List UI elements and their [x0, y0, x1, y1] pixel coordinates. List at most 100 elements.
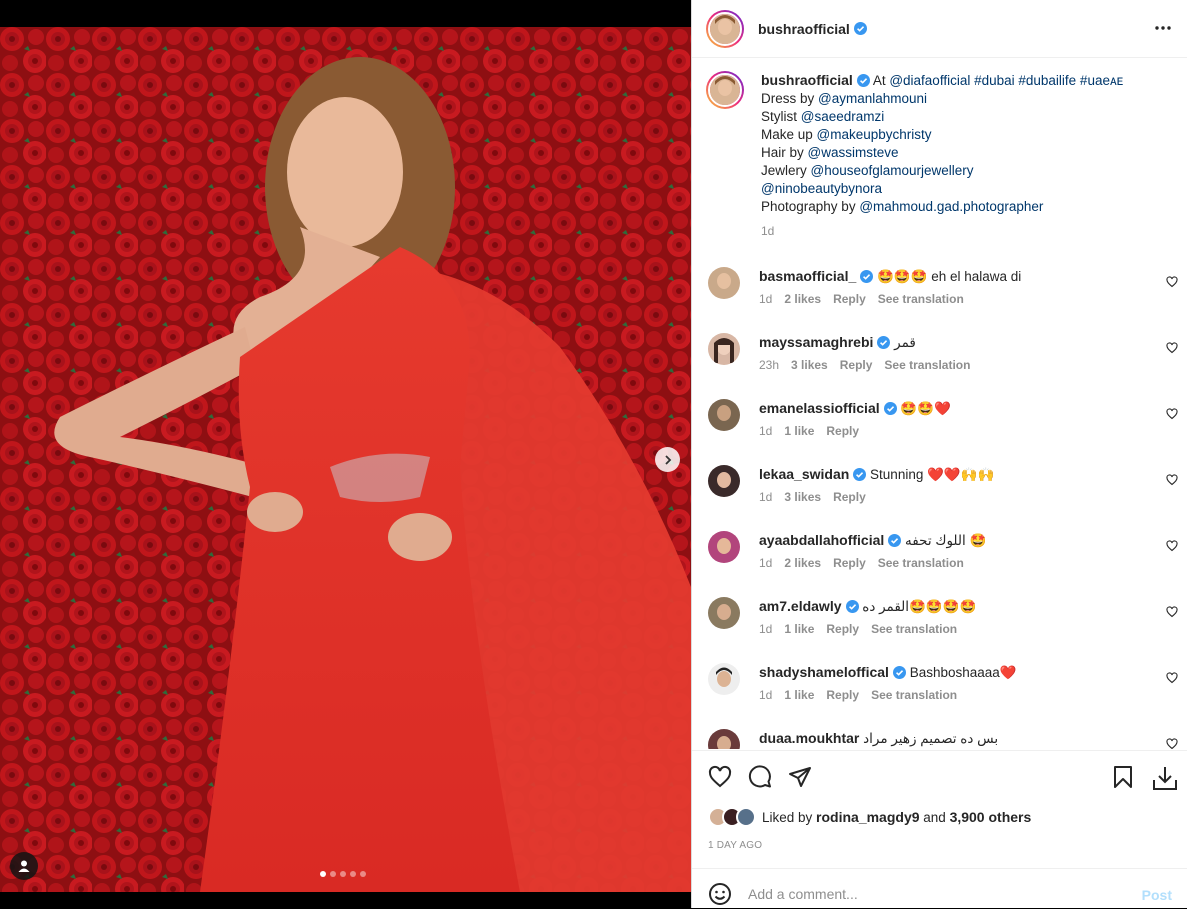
heart-icon — [1166, 342, 1178, 354]
reply-button[interactable]: Reply — [826, 688, 859, 702]
post-photo[interactable] — [0, 27, 691, 892]
emoji-icon — [709, 883, 731, 905]
comment-like-button[interactable] — [1166, 341, 1178, 357]
commenter-avatar[interactable] — [708, 333, 740, 365]
reply-button[interactable]: Reply — [833, 292, 866, 306]
likes-summary[interactable]: Liked by rodina_magdy9 and 3,900 others — [708, 807, 1031, 827]
reply-button[interactable]: Reply — [833, 490, 866, 504]
comment-like-button[interactable] — [1166, 407, 1178, 423]
comment-time: 23h — [759, 358, 780, 372]
post-comment-button[interactable]: Post — [1142, 887, 1172, 903]
comment-time: 1d — [759, 424, 773, 438]
tagged-users-button[interactable] — [10, 852, 38, 880]
download-button[interactable] — [1152, 765, 1178, 794]
author-username[interactable]: bushraofficial — [758, 21, 850, 37]
mention-link[interactable]: @makeupbychristy — [817, 127, 932, 142]
comment-likes[interactable]: 2 likes — [784, 556, 821, 570]
comment-likes[interactable]: 3 likes — [791, 358, 828, 372]
comment-like-button[interactable] — [1166, 473, 1178, 489]
see-translation-button[interactable]: See translation — [878, 292, 964, 306]
verified-badge-icon — [892, 666, 906, 679]
commenter-username[interactable]: emanelassiofficial — [759, 400, 880, 416]
reply-button[interactable]: Reply — [826, 622, 859, 636]
comment-likes[interactable]: 3 likes — [784, 490, 821, 504]
reply-button[interactable]: Reply — [840, 358, 873, 372]
commenter-avatar[interactable] — [708, 729, 740, 749]
comment-button[interactable] — [748, 765, 772, 792]
commenter-username[interactable]: mayssamaghrebi — [759, 334, 873, 350]
comment-likes[interactable]: 1 like — [784, 424, 814, 438]
see-translation-button[interactable]: See translation — [871, 622, 957, 636]
verified-badge-icon — [877, 336, 891, 349]
comment-time: 1d — [759, 292, 773, 306]
caption-username[interactable]: bushraofficial — [761, 72, 853, 88]
post-header: bushraofficial — [692, 0, 1187, 58]
comment-input[interactable] — [748, 879, 1128, 909]
commenter-avatar[interactable] — [708, 399, 740, 431]
emoji-button[interactable] — [708, 882, 732, 909]
commenter-username[interactable]: lekaa_swidan — [759, 466, 849, 482]
post-actions: Liked by rodina_magdy9 and 3,900 others … — [692, 750, 1187, 868]
verified-badge-icon — [853, 22, 867, 35]
commenter-avatar[interactable] — [708, 531, 740, 563]
commenter-avatar[interactable] — [708, 267, 740, 299]
share-button[interactable] — [788, 765, 812, 792]
commenter-username[interactable]: ayaabdallahofficial — [759, 532, 884, 548]
comment-time: 1d — [759, 490, 773, 504]
mention-link[interactable]: @wassimsteve — [808, 145, 899, 160]
hashtag-links[interactable]: #dubai #dubailife #uaeᴀᴇ — [974, 73, 1123, 88]
comment-like-button[interactable] — [1166, 605, 1178, 621]
post-timestamp[interactable]: 1 DAY AGO — [708, 840, 762, 851]
commenter-avatar[interactable] — [708, 663, 740, 695]
comment-text: اللوك تحفه 🤩 — [905, 533, 987, 548]
heart-icon — [1166, 540, 1178, 552]
carousel-next-button[interactable] — [655, 447, 680, 472]
commenter-username[interactable]: am7.eldawly — [759, 598, 842, 614]
commenter-avatar[interactable] — [708, 597, 740, 629]
mention-link[interactable]: @ninobeautybynora — [761, 181, 882, 196]
liked-by-user[interactable]: rodina_magdy9 — [816, 809, 919, 825]
see-translation-button[interactable]: See translation — [884, 358, 970, 372]
heart-icon — [1166, 474, 1178, 486]
reply-button[interactable]: Reply — [826, 424, 859, 438]
like-button[interactable] — [708, 765, 732, 792]
commenter-username[interactable]: shadyshameloffical — [759, 664, 889, 680]
mention-link[interactable]: @houseofglamourjewellery — [811, 163, 974, 178]
send-icon — [789, 767, 811, 787]
more-options-icon — [1155, 26, 1171, 30]
mention-link[interactable]: @mahmoud.gad.photographer — [859, 199, 1043, 214]
reply-button[interactable]: Reply — [833, 556, 866, 570]
verified-badge-icon — [856, 74, 870, 87]
caption-author-avatar[interactable] — [706, 71, 744, 109]
comment-text: Bashboshaaaa❤️ — [909, 665, 1017, 680]
more-options-button[interactable] — [1153, 18, 1173, 41]
author-avatar[interactable] — [706, 9, 744, 48]
commenter-avatar[interactable] — [708, 465, 740, 497]
post-side-panel: bushraofficial bushraofficial At @diafao… — [691, 0, 1187, 909]
commenter-username[interactable]: basmaofficial_ — [759, 268, 856, 284]
liked-by-avatars — [708, 807, 756, 827]
mention-link[interactable]: @saeedramzi — [801, 109, 885, 124]
comments-section[interactable]: bushraofficial At @diafaofficial #dubai … — [692, 59, 1187, 749]
comment-like-button[interactable] — [1166, 671, 1178, 687]
mention-link[interactable]: @diafaofficial — [889, 73, 970, 88]
comment-like-button[interactable] — [1166, 275, 1178, 291]
see-translation-button[interactable]: See translation — [871, 688, 957, 702]
bookmark-icon — [1114, 766, 1132, 788]
carousel-dot-active — [320, 871, 326, 877]
comment-likes[interactable]: 1 like — [784, 622, 814, 636]
comment-time: 1d — [759, 688, 773, 702]
liked-by-others[interactable]: 3,900 others — [950, 809, 1032, 825]
comment-row: lekaa_swidan Stunning ❤️❤️🙌🙌 1d 3 likes Re… — [692, 465, 1187, 531]
comment-likes[interactable]: 1 like — [784, 688, 814, 702]
comment-row: mayssamaghrebi قمر 23h 3 likes Reply See tr… — [692, 333, 1187, 399]
commenter-username[interactable]: duaa.moukhtar — [759, 730, 859, 746]
see-translation-button[interactable]: See translation — [878, 556, 964, 570]
mention-link[interactable]: @aymanlahmouni — [818, 91, 927, 106]
verified-badge-icon — [853, 468, 867, 481]
heart-icon — [1166, 276, 1178, 288]
comment-like-button[interactable] — [1166, 539, 1178, 555]
save-button[interactable] — [1112, 765, 1134, 794]
comment-like-button[interactable] — [1166, 737, 1178, 749]
comment-likes[interactable]: 2 likes — [784, 292, 821, 306]
